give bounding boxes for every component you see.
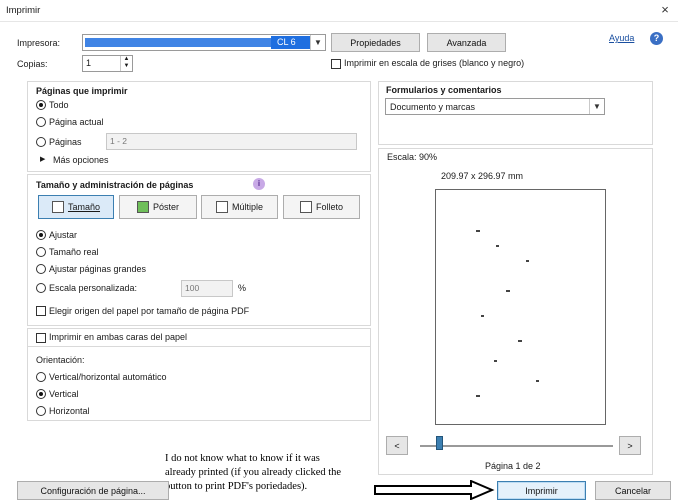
next-page-button[interactable]: > [619, 436, 641, 455]
copies-stepper[interactable]: 1 ▲ ▼ [82, 55, 133, 72]
annotation-line-3: button to print PDF's poriedades). [165, 481, 308, 492]
annotation-line-1: I do not know what to know if it was [165, 453, 320, 464]
preview-page [435, 189, 606, 425]
pages-section-title: Páginas que imprimir [36, 86, 128, 96]
pages-range-label: Páginas [49, 137, 82, 147]
help-icon[interactable]: ? [650, 32, 663, 45]
size-icon [51, 201, 64, 213]
tab-multiple[interactable]: Múltiple [201, 195, 278, 219]
custom-scale-label: Escala personalizada: [49, 283, 138, 293]
shrink-label: Ajustar páginas grandes [49, 264, 147, 274]
page-slider-track[interactable] [420, 445, 613, 447]
cancel-button[interactable]: Cancelar [595, 481, 671, 500]
orientation-auto-radio[interactable] [36, 372, 46, 382]
forms-select-value: Documento y marcas [390, 102, 476, 112]
text-mark [476, 395, 480, 397]
shrink-radio[interactable] [36, 264, 46, 274]
close-icon[interactable]: × [657, 2, 673, 18]
fit-label: Ajustar [49, 230, 78, 240]
preview-dimensions: 209.97 x 296.97 mm [441, 171, 524, 181]
actual-size-label: Tamaño real [49, 247, 99, 257]
text-mark [526, 260, 529, 262]
tab-poster[interactable]: Póster [119, 195, 197, 219]
paper-source-checkbox[interactable] [36, 306, 46, 316]
help-link[interactable]: Ayuda [609, 33, 634, 43]
grayscale-label: Imprimir en escala de grises (blanco y n… [344, 58, 525, 68]
divider [28, 346, 370, 347]
chevron-down-icon: ▼ [589, 99, 604, 114]
text-mark [536, 380, 539, 382]
window-title: Imprimir [6, 5, 41, 16]
tab-poster-label: Póster [152, 202, 179, 212]
pages-current-radio[interactable] [36, 117, 46, 127]
duplex-label: Imprimir en ambas caras del papel [49, 332, 188, 342]
text-mark [496, 245, 499, 247]
page-slider-thumb[interactable] [435, 436, 443, 450]
percent-sign: % [238, 283, 247, 293]
stepper-arrows-icon[interactable]: ▲ ▼ [120, 56, 132, 71]
copies-value: 1 [86, 58, 92, 68]
text-mark [476, 230, 480, 232]
multiple-pages-icon [215, 201, 228, 213]
orientation-auto-label: Vertical/horizontal automático [49, 372, 167, 382]
poster-icon [136, 201, 149, 213]
printer-label: Impresora: [17, 38, 61, 48]
tab-size-label: Tamaño [67, 202, 101, 212]
title-bar [0, 0, 678, 22]
scribble-cover [444, 202, 564, 208]
orientation-portrait-label: Vertical [49, 389, 79, 399]
orientation-title: Orientación: [36, 355, 85, 365]
print-button[interactable]: Imprimir [497, 481, 586, 500]
printer-select[interactable]: CL 6 ▼ [82, 34, 326, 51]
printer-name-suffix: CL 6 [271, 36, 311, 49]
arrow-right-icon [374, 480, 495, 500]
sizing-section-title: Tamaño y administración de páginas [36, 180, 194, 190]
text-mark [481, 315, 484, 317]
orientation-landscape-label: Horizontal [49, 406, 90, 416]
annotation-line-2: already printed (if you already clicked … [165, 467, 342, 478]
duplex-checkbox[interactable] [36, 333, 46, 343]
actual-size-radio[interactable] [36, 247, 46, 257]
fit-radio[interactable] [36, 230, 46, 240]
tab-multiple-label: Múltiple [231, 202, 263, 212]
properties-button[interactable]: Propiedades [331, 33, 420, 52]
redacted-printer-name [85, 38, 271, 47]
text-mark [494, 360, 497, 362]
pages-range-input[interactable]: 1 - 2 [106, 133, 357, 150]
paper-source-label: Elegir origen del papel por tamaño de pá… [49, 306, 250, 316]
orientation-portrait-radio[interactable] [36, 389, 46, 399]
pages-current-label: Página actual [49, 117, 104, 127]
prev-page-button[interactable]: < [386, 436, 408, 455]
chevron-down-icon: ▼ [310, 35, 325, 50]
forms-section-title: Formularios y comentarios [386, 85, 502, 95]
tab-booklet-label: Folleto [315, 202, 343, 212]
grayscale-checkbox[interactable] [331, 59, 341, 69]
tab-booklet[interactable]: Folleto [283, 195, 360, 219]
page-indicator: Página 1 de 2 [485, 461, 541, 471]
preview-scale: Escala: 90% [387, 152, 438, 162]
copies-label: Copias: [17, 59, 48, 69]
page-setup-button[interactable]: Configuración de página... [17, 481, 169, 500]
pages-range-radio[interactable] [36, 137, 46, 147]
more-options-link[interactable]: Más opciones [53, 155, 109, 165]
tab-size[interactable]: Tamaño [38, 195, 114, 219]
pages-all-label: Todo [49, 100, 69, 110]
expand-triangle-icon[interactable]: ▶ [40, 155, 45, 163]
text-mark [518, 340, 522, 342]
custom-scale-radio[interactable] [36, 283, 46, 293]
custom-scale-input[interactable]: 100 [181, 280, 233, 297]
orientation-landscape-radio[interactable] [36, 406, 46, 416]
advanced-button[interactable]: Avanzada [427, 33, 506, 52]
text-mark [506, 290, 510, 292]
forms-select[interactable]: Documento y marcas ▼ [385, 98, 605, 115]
info-icon[interactable]: i [253, 178, 265, 190]
booklet-icon [299, 201, 312, 213]
pages-all-radio[interactable] [36, 100, 46, 110]
